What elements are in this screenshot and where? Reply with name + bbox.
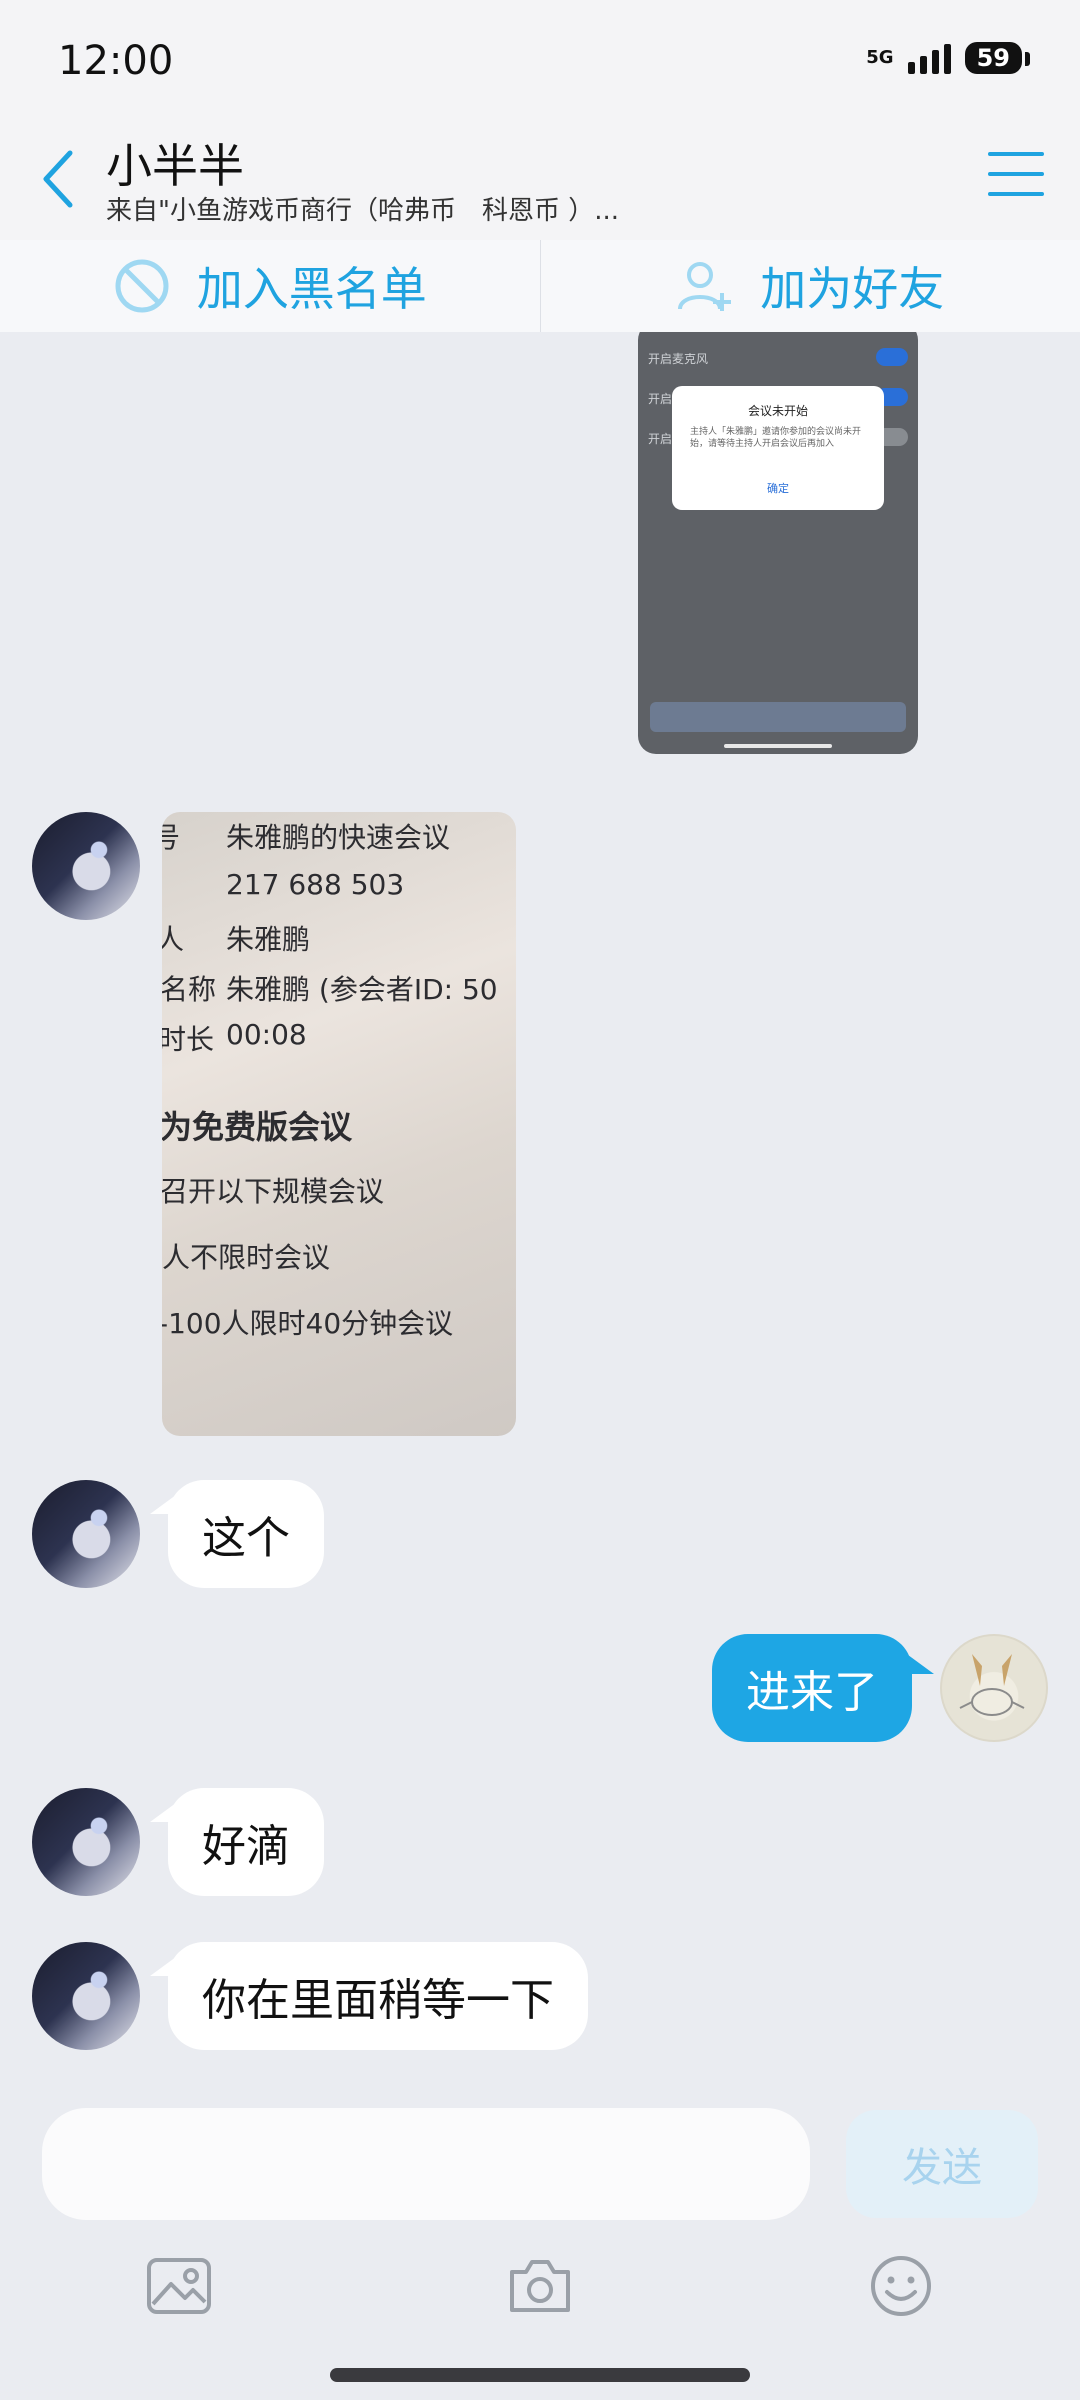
avatar[interactable] — [32, 1942, 140, 2050]
network-type: 5G — [866, 47, 894, 68]
block-label: 加入黑名单 — [196, 262, 427, 316]
dialog: 会议未开始 主持人「朱雅鹏」邀请你参加的会议尚未开始，请等待主持人开启会议后再加… — [672, 386, 884, 510]
photo-text: 时长 — [162, 1023, 215, 1056]
block-button[interactable]: 加入黑名单 — [0, 240, 540, 332]
setting-row: 开启 — [648, 392, 673, 406]
status-bar: 12:00 5G 59 — [0, 0, 1080, 120]
message-bubble[interactable]: 你在里面稍等一下 — [168, 1942, 588, 2050]
status-indicators: 5G 59 — [866, 42, 1031, 74]
message-bubble[interactable]: 这个 — [168, 1480, 324, 1588]
setting-row: 开启麦克风 — [648, 352, 709, 366]
crab-icon — [959, 1654, 1025, 1716]
photo-text: -100人限时40分钟会议 — [162, 1307, 454, 1340]
dialog-title: 会议未开始 — [747, 404, 808, 418]
photo-text: 00:08 — [226, 1018, 307, 1051]
photo-text: 名称 — [162, 973, 217, 1006]
avatar[interactable] — [32, 1480, 140, 1588]
add-user-icon — [678, 262, 732, 311]
chat-title: 小半半 — [106, 139, 244, 193]
join-bar — [650, 702, 906, 732]
home-indicator — [724, 744, 832, 748]
dialog-body: 主持人「朱雅鹏」邀请你参加的会议尚未开始，请等待主持人开启会议后再加入 — [690, 427, 862, 449]
action-bar: 加入黑名单 加为好友 — [0, 240, 1080, 332]
photo-text: 217 688 503 — [226, 868, 405, 901]
back-button[interactable] — [28, 134, 88, 224]
message-bubble[interactable]: 进来了 — [712, 1634, 912, 1742]
photo-text: 朱雅鹏 (参会者ID: 50 — [226, 973, 498, 1006]
dialog-ok: 确定 — [767, 482, 789, 495]
image-message[interactable]: 开启麦克风 开启 开启 会议未开始 主持人「朱雅鹏」邀请你参加的会议尚未开始，请… — [638, 332, 918, 754]
toggle-icon — [876, 348, 908, 366]
message-bubble[interactable]: 好滴 — [168, 1788, 324, 1896]
emoji-icon[interactable] — [866, 2256, 936, 2316]
camera-icon[interactable] — [505, 2256, 575, 2316]
add-friend-label: 加为好友 — [760, 262, 945, 316]
photo-text: 人不限时会议 — [162, 1241, 331, 1274]
avatar[interactable] — [32, 1788, 140, 1896]
photo-text: 朱雅鹏的快速会议 — [226, 821, 451, 854]
image-icon[interactable] — [144, 2256, 214, 2316]
avatar[interactable] — [32, 812, 140, 920]
home-indicator[interactable] — [330, 2368, 750, 2382]
chat-header: 小半半 来自"小鱼游戏币商行（哈弗币 科恩币 ）... — [0, 120, 1080, 240]
block-icon — [115, 259, 169, 313]
avatar[interactable] — [940, 1634, 1048, 1742]
image-message[interactable]: 号 朱雅鹏的快速会议 217 688 503 人 朱雅鹏 名称 朱雅鹏 (参会者… — [162, 812, 516, 1436]
photo-text: 召开以下规模会议 — [162, 1175, 385, 1208]
chevron-left-icon — [43, 150, 73, 208]
photo-text: 为免费版会议 — [162, 1108, 353, 1146]
add-friend-button[interactable]: 加为好友 — [541, 240, 1080, 332]
signal-icon — [907, 42, 951, 74]
photo-text: 朱雅鹏 — [226, 923, 311, 956]
menu-icon[interactable] — [988, 146, 1044, 202]
message-input[interactable] — [42, 2108, 810, 2220]
message-list[interactable]: 开启麦克风 开启 开启 会议未开始 主持人「朱雅鹏」邀请你参加的会议尚未开始，请… — [0, 332, 1080, 2104]
chat-subtitle: 来自"小鱼游戏币商行（哈弗币 科恩币 ）... — [106, 196, 620, 226]
status-time: 12:00 — [58, 38, 174, 84]
battery-icon: 59 — [964, 42, 1031, 74]
setting-row: 开启 — [648, 432, 673, 446]
photo-text: 号 — [162, 821, 181, 854]
photo-text: 人 — [162, 923, 185, 956]
send-button[interactable]: 发送 — [846, 2110, 1038, 2218]
